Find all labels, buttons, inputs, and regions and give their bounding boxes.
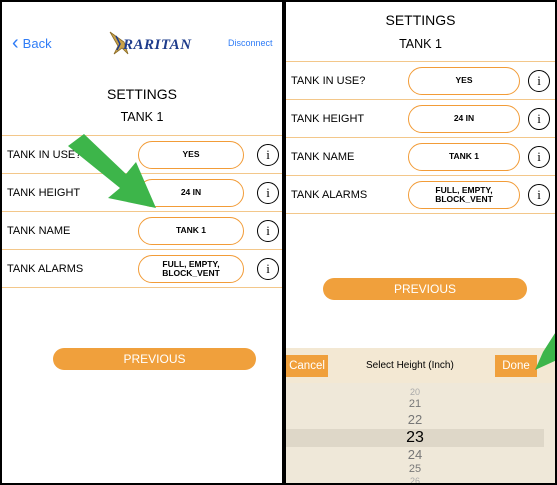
setting-row-tank-name: TANK NAME TANK 1 i [286, 138, 555, 176]
disconnect-button[interactable]: Disconnect [228, 38, 273, 48]
back-button[interactable]: ‹ Back [12, 32, 52, 54]
picker-option[interactable]: 26 [286, 476, 544, 483]
picker-option[interactable]: 24 [286, 447, 544, 462]
right-screen: SETTINGS TANK 1 TANK IN USE? YES i TANK … [286, 0, 557, 485]
tank-alarms-value-button[interactable]: FULL, EMPTY, BLOCK_VENT [138, 254, 244, 283]
picker-option[interactable]: 21 [286, 398, 544, 410]
left-screen: ‹ Back RARITAN Disconnect SETTINGS TANK … [0, 0, 283, 485]
info-circle-icon[interactable]: i [257, 219, 279, 242]
setting-label: TANK IN USE? [291, 74, 366, 87]
previous-button[interactable]: PREVIOUS [53, 348, 256, 370]
setting-label: TANK NAME [7, 224, 71, 237]
setting-row-tank-alarms: TANK ALARMS FULL, EMPTY, BLOCK_VENT i [2, 250, 282, 288]
page-subtitle: TANK 1 [120, 110, 164, 124]
info-circle-icon[interactable]: i [528, 145, 550, 168]
height-picker-wheel[interactable]: 20 21 22 23 24 25 26 [286, 383, 555, 483]
info-circle-icon[interactable]: i [528, 107, 550, 130]
page-title: SETTINGS [385, 12, 456, 28]
green-arrow-icon [535, 333, 555, 370]
picker-option-selected[interactable]: 23 [286, 429, 544, 447]
page-title: SETTINGS [106, 86, 177, 102]
info-circle-icon[interactable]: i [257, 181, 279, 204]
picker-title: Select Height (Inch) [366, 360, 454, 371]
tank-height-value-button[interactable]: 24 IN [408, 104, 520, 133]
setting-label: TANK HEIGHT [291, 112, 365, 125]
picker-option[interactable]: 20 [286, 387, 544, 397]
info-circle-icon[interactable]: i [257, 257, 279, 280]
picker-toolbar: Cancel Select Height (Inch) Done [286, 348, 555, 383]
tank-alarms-value-button[interactable]: FULL, EMPTY, BLOCK_VENT [408, 180, 520, 209]
cancel-button[interactable]: Cancel [286, 355, 328, 377]
setting-row-tank-alarms: TANK ALARMS FULL, EMPTY, BLOCK_VENT i [286, 176, 555, 214]
chevron-left-icon: ‹ [12, 32, 19, 54]
tank-name-value-button[interactable]: TANK 1 [408, 142, 520, 171]
picker-option[interactable]: 22 [286, 412, 544, 427]
info-circle-icon[interactable]: i [257, 143, 279, 166]
picker-option[interactable]: 25 [286, 463, 544, 475]
page-subtitle: TANK 1 [399, 37, 442, 51]
info-circle-icon[interactable]: i [528, 69, 550, 92]
info-circle-icon[interactable]: i [528, 183, 550, 206]
settings-list: TANK IN USE? YES i TANK HEIGHT 24 IN i T… [286, 61, 555, 214]
back-label: Back [22, 36, 52, 51]
tank-in-use-value-button[interactable]: YES [408, 66, 520, 95]
previous-button[interactable]: PREVIOUS [323, 278, 527, 300]
setting-row-tank-in-use: TANK IN USE? YES i [286, 62, 555, 100]
setting-label: TANK NAME [291, 150, 355, 163]
raritan-logo: RARITAN [106, 28, 196, 58]
logo-text: RARITAN [123, 37, 192, 53]
green-arrow-icon [68, 134, 156, 208]
setting-label: TANK ALARMS [7, 262, 84, 275]
setting-row-tank-height: TANK HEIGHT 24 IN i [286, 100, 555, 138]
done-button[interactable]: Done [495, 355, 537, 377]
tank-name-value-button[interactable]: TANK 1 [138, 216, 244, 245]
setting-label: TANK ALARMS [291, 188, 368, 201]
setting-row-tank-name: TANK NAME TANK 1 i [2, 212, 282, 250]
